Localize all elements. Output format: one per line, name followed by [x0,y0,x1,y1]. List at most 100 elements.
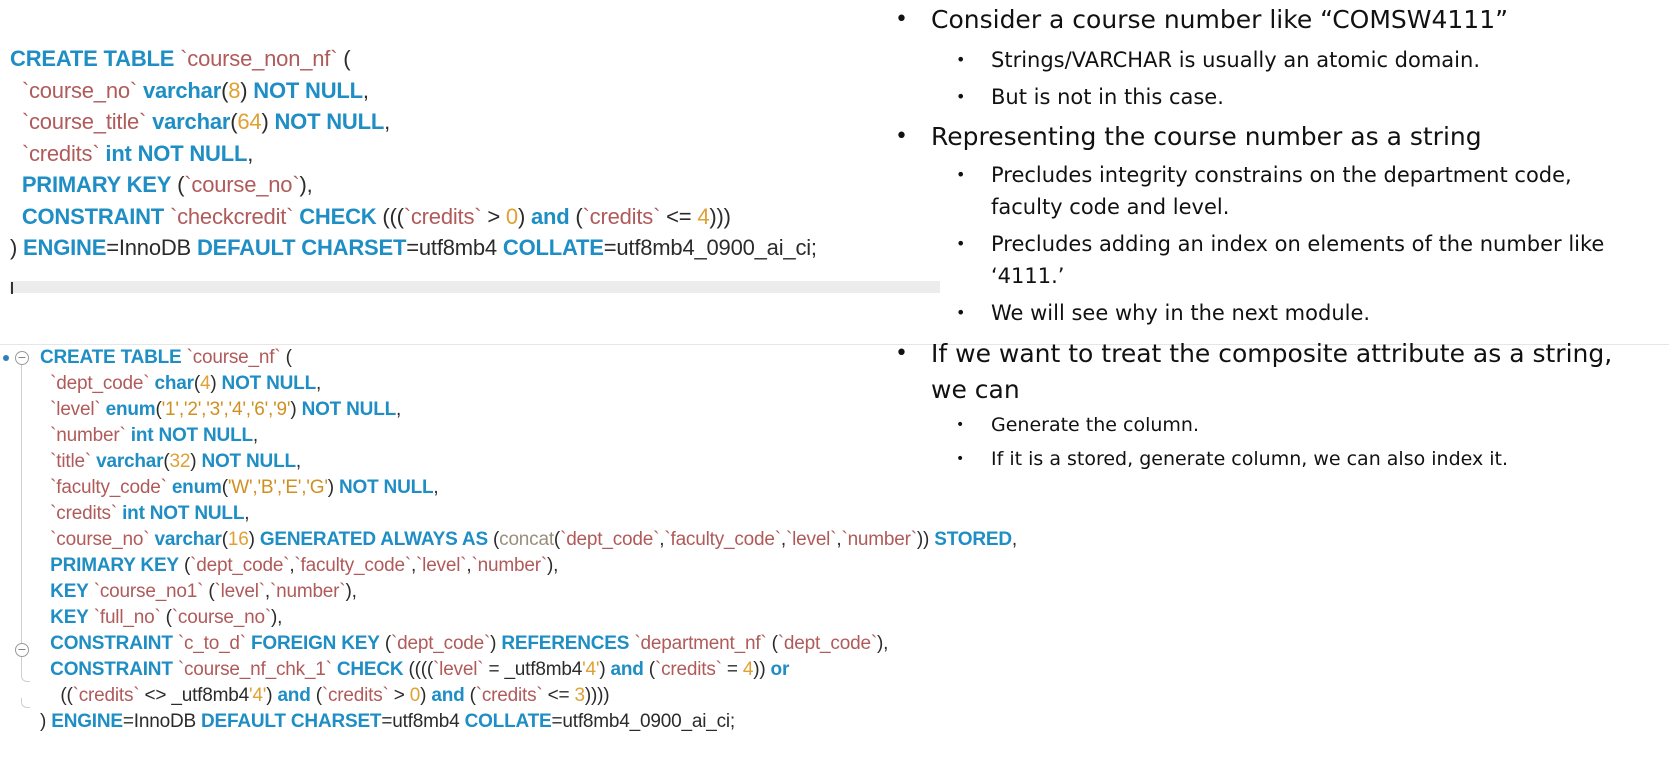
code-token: ( [160,607,172,628]
code-token: , [247,140,254,166]
code-token: ( [643,659,655,680]
code-line[interactable]: `title` varchar(32) NOT NULL, [40,448,301,475]
code-token: COLLATE [502,235,604,260]
code-line[interactable]: CONSTRAINT `c_to_d` FOREIGN KEY (`dept_c… [40,630,888,657]
bullet-icon: • [956,451,965,467]
code-line[interactable]: CREATE TABLE `course_non_nf` ( [10,44,351,74]
code-token: varchar [154,529,222,550]
code-token: '4' [582,659,600,680]
code-token: 8 [228,77,241,103]
code-line[interactable]: PRIMARY KEY (`dept_code`,`faculty_code`,… [40,552,558,579]
code-token: NOT NULL [201,451,296,472]
code-line[interactable]: `course_no` varchar(8) NOT NULL, [10,76,369,106]
bullet-text: Generate the column. [991,414,1199,436]
code-token: ), [299,172,313,197]
code-token: `level` [433,659,484,680]
code-token: enum [105,399,156,420]
text-cursor [11,282,13,294]
code-line[interactable]: ) ENGINE=InnoDB DEFAULT CHARSET=utf8mb4 … [40,708,735,735]
code-token: ) [261,109,275,134]
code-line[interactable]: `dept_code` char(4) NOT NULL, [40,370,321,397]
code-token: `credits` [72,685,140,706]
code-line[interactable]: `credits` int NOT NULL, [10,139,253,169]
code-token: <= [542,685,575,706]
code-token: varchar [96,451,164,472]
code-line[interactable]: `course_no` varchar (16) GENERATED ALWAYS… [40,526,1017,553]
sub-bullet-item: • But is not in this case. [956,81,1665,113]
code-token: ( [379,633,391,654]
code-token: ) [240,77,254,103]
code-token: ((( [376,203,404,229]
code-line[interactable]: CREATE TABLE `course_nf` ( [40,344,292,371]
code-token: or [770,659,790,680]
code-line[interactable]: `faculty_code` enum('W','B','E','G') NOT… [40,474,439,501]
code-line[interactable]: `credits` int NOT NULL, [40,500,249,527]
code-token: ( [766,633,778,654]
code-line[interactable]: `number` int NOT NULL, [40,422,258,449]
code-token: ) [490,633,502,654]
code-line[interactable]: PRIMARY KEY (`course_no`), [10,170,313,200]
code-token: int NOT NULL [122,503,245,524]
bullet-icon: • [956,165,966,184]
code-line[interactable]: KEY `course_no1` (`level`,`number`), [40,578,357,605]
bullet-text: Strings/VARCHAR is usually an atomic dom… [991,48,1480,72]
code-token: `course_no1` [93,581,204,602]
code-token: ) [190,451,202,472]
code-editor-top[interactable]: CREATE TABLE `course_non_nf` ( `course_n… [10,44,945,294]
code-token: ENGINE [23,235,107,260]
bullet-icon: • [956,417,965,433]
code-token: concat [499,529,554,550]
code-token: , [244,503,250,524]
code-token: CHECK [299,203,377,229]
bullet-icon: • [956,50,966,69]
code-token: , [362,77,369,103]
code-token: `credits` [21,140,100,166]
code-line[interactable]: ) ENGINE=InnoDB DEFAULT CHARSET=utf8mb4 … [10,233,817,263]
code-token: , [396,399,402,420]
bullet-text: Precludes adding an index on elements of… [991,232,1605,256]
bullet-icon: • [956,87,966,106]
bullet-text: But is not in this case. [991,85,1224,109]
code-line[interactable]: `course_title` varchar(64) NOT NULL, [10,107,390,137]
bullet-item: • Consider a course number like “COMSW41… [895,1,1665,39]
code-token: , [252,425,258,446]
code-line[interactable]: `level` enum('1','2','3','4','6','9') NO… [40,396,401,423]
code-token: , [295,451,301,472]
code-token: NOT NULL [274,109,385,134]
sub-bullet-item: • Precludes adding an index on elements … [956,228,1665,260]
code-token: `number` [471,555,547,576]
code-line[interactable]: ((`credits` <> _utf8mb4'4') and (`credit… [40,682,609,709]
code-token: ( [569,203,583,229]
code-line[interactable]: KEY `full_no` (`course_no`), [40,604,282,631]
code-token: `level` [416,555,467,576]
code-token: `dept_code` [190,555,290,576]
code-token: 4 [697,203,710,229]
sub-bullet-item: • Strings/VARCHAR is usually an atomic d… [956,44,1665,76]
sub-bullet-item: • Generate the column. [956,410,1665,440]
code-token: 4 [742,659,754,680]
code-token: ) [266,685,278,706]
code-token: NOT NULL [301,399,397,420]
code-token: ( [280,347,292,368]
code-line[interactable]: CONSTRAINT `checkcredit` CHECK (((`credi… [10,202,731,232]
code-token: ) [40,711,52,732]
code-token: `title` [50,451,91,472]
code-token: `c_to_d` [177,633,246,654]
bullet-text: we can [931,375,1020,404]
code-token: =InnoDB [122,711,202,732]
code-token: ) [210,373,222,394]
bullet-icon: • [956,234,966,253]
code-token: , [433,477,439,498]
code-token: GENERATED ALWAYS AS [259,529,488,550]
code-line[interactable]: CONSTRAINT `course_nf_chk_1` CHECK ((((`… [40,656,789,683]
bullet-text: faculty code and level. [991,195,1230,219]
code-token: CONSTRAINT [50,633,173,654]
code-token: > [388,685,410,706]
code-token: `credits` [582,203,661,229]
bullet-text: We will see why in the next module. [991,301,1371,325]
